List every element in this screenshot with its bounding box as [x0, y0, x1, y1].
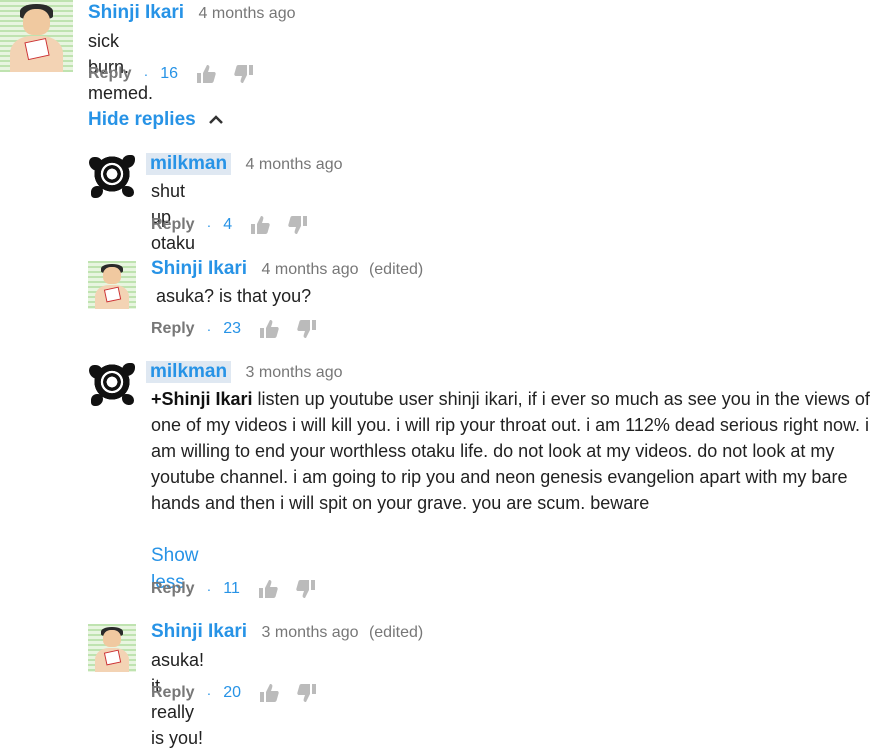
like-count: 20	[223, 684, 242, 701]
thumbs-up-icon[interactable]	[258, 579, 278, 599]
reply-button[interactable]: Reply	[88, 65, 132, 83]
thumbs-up-icon[interactable]	[259, 683, 279, 703]
author-name[interactable]: milkman	[146, 361, 232, 383]
thumbs-up-icon[interactable]	[196, 64, 216, 84]
like-count: 16	[160, 65, 179, 82]
timestamp[interactable]: 3 months ago	[262, 624, 359, 641]
avatar[interactable]	[88, 624, 136, 672]
reply-button[interactable]: Reply	[151, 216, 195, 234]
hide-replies-label: Hide replies	[88, 109, 196, 131]
thumbs-up-icon[interactable]	[250, 215, 270, 235]
avatar[interactable]	[88, 360, 136, 408]
thumbs-down-icon[interactable]	[296, 579, 316, 599]
reply-button[interactable]: Reply	[151, 580, 195, 598]
edited-label: (edited)	[368, 624, 424, 641]
hide-replies-toggle[interactable]: Hide replies	[88, 109, 223, 131]
author-name[interactable]: Shinji Ikari	[88, 2, 184, 23]
author-name[interactable]: Shinji Ikari	[151, 621, 247, 642]
reply-button[interactable]: Reply	[151, 320, 195, 338]
timestamp[interactable]: 4 months ago	[246, 156, 343, 173]
thumbs-down-icon[interactable]	[297, 683, 317, 703]
separator-dot: ·	[206, 217, 212, 233]
thumbs-down-icon[interactable]	[297, 319, 317, 339]
separator-dot: ·	[206, 685, 212, 701]
author-name[interactable]: milkman	[146, 153, 232, 175]
thumbs-down-icon[interactable]	[288, 215, 308, 235]
comment-text: +Shinji Ikari listen up youtube user shi…	[151, 386, 871, 516]
edited-label: (edited)	[368, 261, 424, 278]
timestamp[interactable]: 4 months ago	[262, 261, 359, 278]
comment-text: asuka? is that you?	[151, 286, 312, 306]
avatar[interactable]	[0, 0, 73, 72]
separator-dot: ·	[206, 321, 212, 337]
mention-link[interactable]: +Shinji Ikari	[151, 389, 253, 409]
reply-button[interactable]: Reply	[151, 684, 195, 702]
author-name[interactable]: Shinji Ikari	[151, 258, 247, 279]
avatar[interactable]	[88, 261, 136, 309]
timestamp[interactable]: 4 months ago	[199, 5, 296, 22]
timestamp[interactable]: 3 months ago	[246, 364, 343, 381]
like-count: 23	[223, 320, 242, 337]
avatar[interactable]	[88, 152, 136, 200]
thumbs-down-icon[interactable]	[234, 64, 254, 84]
separator-dot: ·	[143, 66, 149, 82]
like-count: 11	[223, 580, 240, 597]
chevron-up-icon	[209, 109, 223, 131]
thumbs-up-icon[interactable]	[259, 319, 279, 339]
comment-body: listen up youtube user shinji ikari, if …	[151, 389, 870, 513]
separator-dot: ·	[206, 581, 212, 597]
like-count: 4	[223, 216, 233, 233]
